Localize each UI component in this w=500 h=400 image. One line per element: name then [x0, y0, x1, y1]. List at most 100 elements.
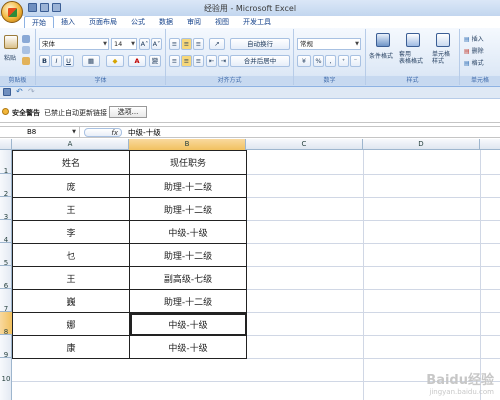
ribbon: 粘贴 剪贴板 宋体 ▼ 14 ▼ A˄ A˅ B I U ▦ ◆ A 變 字体 ≡ … [0, 28, 500, 87]
increase-decimal-button[interactable]: ⁺ [338, 55, 349, 67]
tab-developer[interactable]: 开发工具 [236, 16, 278, 28]
cell-position[interactable]: 副高级-七级 [129, 266, 247, 290]
shrink-font-button[interactable]: A˅ [151, 38, 162, 50]
tab-insert[interactable]: 插入 [54, 16, 82, 28]
align-top-button[interactable]: ≡ [169, 38, 180, 50]
font-group-label: 字体 [36, 76, 165, 85]
table-row: 王 副高级-七级 [12, 266, 247, 290]
row-header-2[interactable]: 2 [0, 174, 12, 198]
row-header-4[interactable]: 4 [0, 220, 12, 244]
cell-position[interactable]: 助理-十二级 [129, 289, 247, 313]
name-box[interactable]: B8 ▼ [0, 127, 80, 138]
cell-position[interactable]: 助理-十二级 [129, 197, 247, 221]
align-middle-button[interactable]: ≡ [181, 38, 192, 50]
paste-icon[interactable] [4, 35, 18, 49]
column-header-b[interactable]: B [129, 139, 246, 150]
tab-page-layout[interactable]: 页面布局 [82, 16, 124, 28]
cell-name[interactable]: 王 [12, 197, 130, 221]
office-button[interactable] [1, 1, 23, 23]
cell-name[interactable]: 王 [12, 266, 130, 290]
format-cells-button[interactable]: ▤ 格式 [464, 58, 484, 67]
cell-position[interactable]: 中级-十级 [129, 335, 247, 359]
column-header-d[interactable]: D [363, 139, 480, 150]
clipboard-group: 粘贴 剪贴板 [0, 29, 36, 85]
header-cell-position[interactable]: 现任职务 [129, 150, 247, 175]
conditional-format-icon[interactable] [376, 33, 390, 47]
active-cell[interactable]: 中级-十级 [129, 312, 247, 336]
row-header-9[interactable]: 9 [0, 335, 12, 359]
chevron-down-icon: ▼ [103, 41, 107, 47]
percent-button[interactable]: % [313, 55, 324, 67]
comma-button[interactable]: , [325, 55, 336, 67]
underline-button[interactable]: U [63, 55, 74, 67]
cut-icon[interactable] [22, 35, 30, 43]
italic-button[interactable]: I [51, 55, 62, 67]
font-size-select[interactable]: 14 ▼ [111, 38, 137, 50]
table-row: 娜 中级-十级 [12, 312, 247, 336]
cell-position[interactable]: 中级-十级 [129, 220, 247, 244]
tab-home[interactable]: 开始 [24, 16, 54, 28]
row-header-1[interactable]: 1 [0, 150, 12, 175]
row-header-3[interactable]: 3 [0, 197, 12, 221]
select-all-button[interactable] [0, 139, 12, 150]
security-warning-bar: 安全警告 已禁止自动更新链接 选项... [0, 99, 500, 123]
header-cell-name[interactable]: 姓名 [12, 150, 130, 175]
grow-font-button[interactable]: A˄ [139, 38, 150, 50]
row-header-5[interactable]: 5 [0, 243, 12, 267]
row-header-10[interactable]: 10 [0, 358, 12, 400]
bold-button[interactable]: B [39, 55, 50, 67]
insert-cells-button[interactable]: ▤ 插入 [464, 34, 484, 43]
chevron-down-icon: ▼ [72, 129, 76, 135]
increase-indent-button[interactable]: ⇥ [218, 55, 229, 67]
options-button[interactable]: 选项... [109, 106, 147, 118]
delete-cells-button[interactable]: ▤ 删除 [464, 46, 484, 55]
insert-function-button[interactable]: fx [84, 128, 122, 137]
row-header-7[interactable]: 7 [0, 289, 12, 313]
row-header-8[interactable]: 8 [0, 312, 12, 336]
align-right-icon: ≡ [195, 57, 202, 65]
wrap-text-button[interactable]: 自动换行 [230, 38, 290, 50]
decrease-indent-button[interactable]: ⇤ [206, 55, 217, 67]
align-center-button[interactable]: ≡ [181, 55, 192, 67]
tab-data[interactable]: 数据 [152, 16, 180, 28]
cell-name[interactable]: 李 [12, 220, 130, 244]
cell-styles-icon[interactable] [436, 33, 450, 47]
currency-button[interactable]: ¥ [297, 55, 311, 67]
cell-position[interactable]: 助理-十二级 [129, 174, 247, 198]
copy-icon[interactable] [22, 46, 30, 54]
decrease-decimal-button[interactable]: ⁻ [350, 55, 361, 67]
tab-formulas[interactable]: 公式 [124, 16, 152, 28]
number-format-select[interactable]: 常规 ▼ [297, 38, 361, 50]
fill-color-button[interactable]: ◆ [106, 55, 124, 67]
align-left-button[interactable]: ≡ [169, 55, 180, 67]
column-header-c[interactable]: C [246, 139, 363, 150]
font-name-select[interactable]: 宋体 ▼ [39, 38, 109, 50]
cell-name[interactable]: 娜 [12, 312, 130, 336]
borders-button[interactable]: ▦ [82, 55, 100, 67]
merge-center-button[interactable]: 合并后居中 [230, 55, 290, 67]
column-header-e[interactable] [480, 139, 500, 150]
chevron-down-icon: ▼ [355, 41, 359, 47]
undo-icon[interactable]: ↶ [16, 87, 23, 96]
table-format-icon[interactable] [406, 33, 420, 47]
orientation-button[interactable]: ↗ [209, 38, 225, 50]
formula-input[interactable]: 中级-十级 [128, 127, 161, 138]
cell-name[interactable]: 康 [12, 335, 130, 359]
tab-review[interactable]: 审阅 [180, 16, 208, 28]
column-header-a[interactable]: A [12, 139, 129, 150]
phonetic-button[interactable]: 變 [149, 55, 161, 67]
cell-name[interactable]: 乜 [12, 243, 130, 267]
font-color-button[interactable]: A [128, 55, 146, 67]
cell-name[interactable]: 庞 [12, 174, 130, 198]
cell-position[interactable]: 助理-十二级 [129, 243, 247, 267]
format-painter-icon[interactable] [22, 57, 30, 65]
increase-indent-icon: ⇥ [220, 57, 227, 65]
align-right-button[interactable]: ≡ [193, 55, 204, 67]
row-header-6[interactable]: 6 [0, 266, 12, 290]
align-bottom-button[interactable]: ≡ [193, 38, 204, 50]
tab-view[interactable]: 视图 [208, 16, 236, 28]
worksheet-grid[interactable]: 姓名 现任职务 庞 助理-十二级 王 助理-十二级 李 中级-十级 乜 助理-十… [12, 150, 500, 400]
cell-name[interactable]: 巍 [12, 289, 130, 313]
save-icon[interactable] [3, 88, 11, 96]
redo-icon[interactable]: ↷ [28, 87, 35, 96]
